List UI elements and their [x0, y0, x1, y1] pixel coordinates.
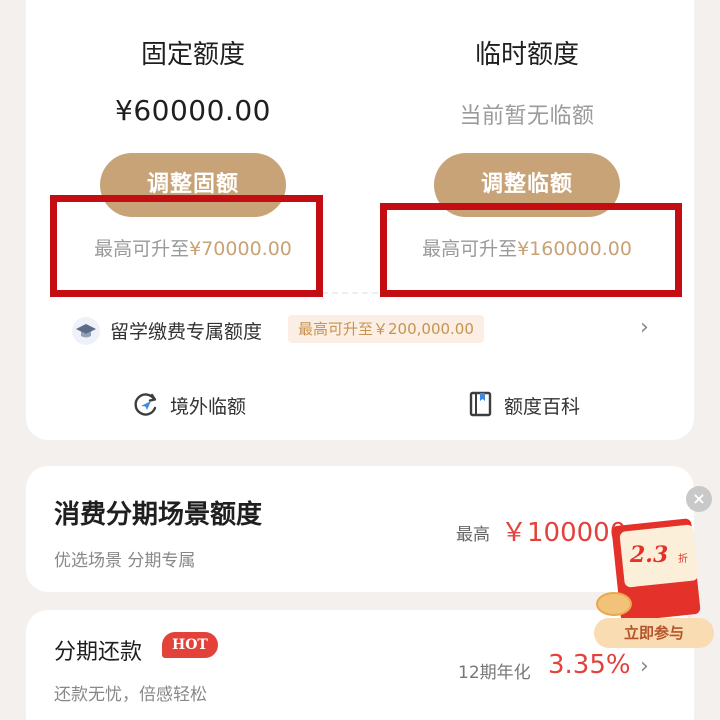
chevron-right-icon: ›: [640, 315, 649, 340]
limit-wiki-label: 额度百科: [504, 396, 581, 418]
promo-discount-unit: 折: [678, 554, 688, 565]
installment-title: 分期还款: [54, 640, 143, 665]
promo-discount: 2.3: [630, 542, 669, 568]
scene-title: 消费分期场景额度: [54, 500, 263, 530]
temporary-limit-value: 当前暂无临额: [459, 104, 595, 129]
study-abroad-max-tag: 最高可升至￥200,000.00: [288, 315, 484, 343]
highlight-box-temporary: [380, 203, 682, 297]
hot-badge: HOT: [162, 632, 218, 658]
book-icon: [466, 390, 494, 418]
promo-float[interactable]: 2.3 折 立即参与: [590, 514, 720, 654]
scene-subtitle: 优选场景 分期专属: [54, 551, 196, 571]
study-abroad-label: 留学缴费专属额度: [110, 321, 263, 343]
close-promo-button[interactable]: ×: [686, 486, 712, 512]
chevron-right-icon: ›: [640, 654, 649, 679]
installment-rate-label: 12期年化: [458, 663, 531, 683]
fixed-limit-value: ¥60000.00: [115, 94, 271, 127]
graduation-cap-icon: [72, 317, 100, 345]
overseas-temp-limit-label: 境外临额: [170, 396, 247, 418]
installment-subtitle: 还款无忧，倍感轻松: [54, 685, 207, 705]
installment-rate-value: 3.35%: [548, 650, 631, 680]
join-now-button[interactable]: 立即参与: [594, 618, 714, 648]
coin-icon: [596, 592, 632, 616]
scene-max-label: 最高: [456, 525, 490, 545]
refresh-plane-icon: [132, 390, 160, 418]
study-abroad-row[interactable]: 留学缴费专属额度 最高可升至￥200,000.00 ›: [26, 315, 694, 349]
highlight-box-fixed: [50, 195, 323, 297]
fixed-limit-title: 固定额度: [140, 40, 245, 70]
quick-links: 境外临额 额度百科: [26, 388, 694, 422]
temporary-limit-title: 临时额度: [474, 40, 579, 70]
